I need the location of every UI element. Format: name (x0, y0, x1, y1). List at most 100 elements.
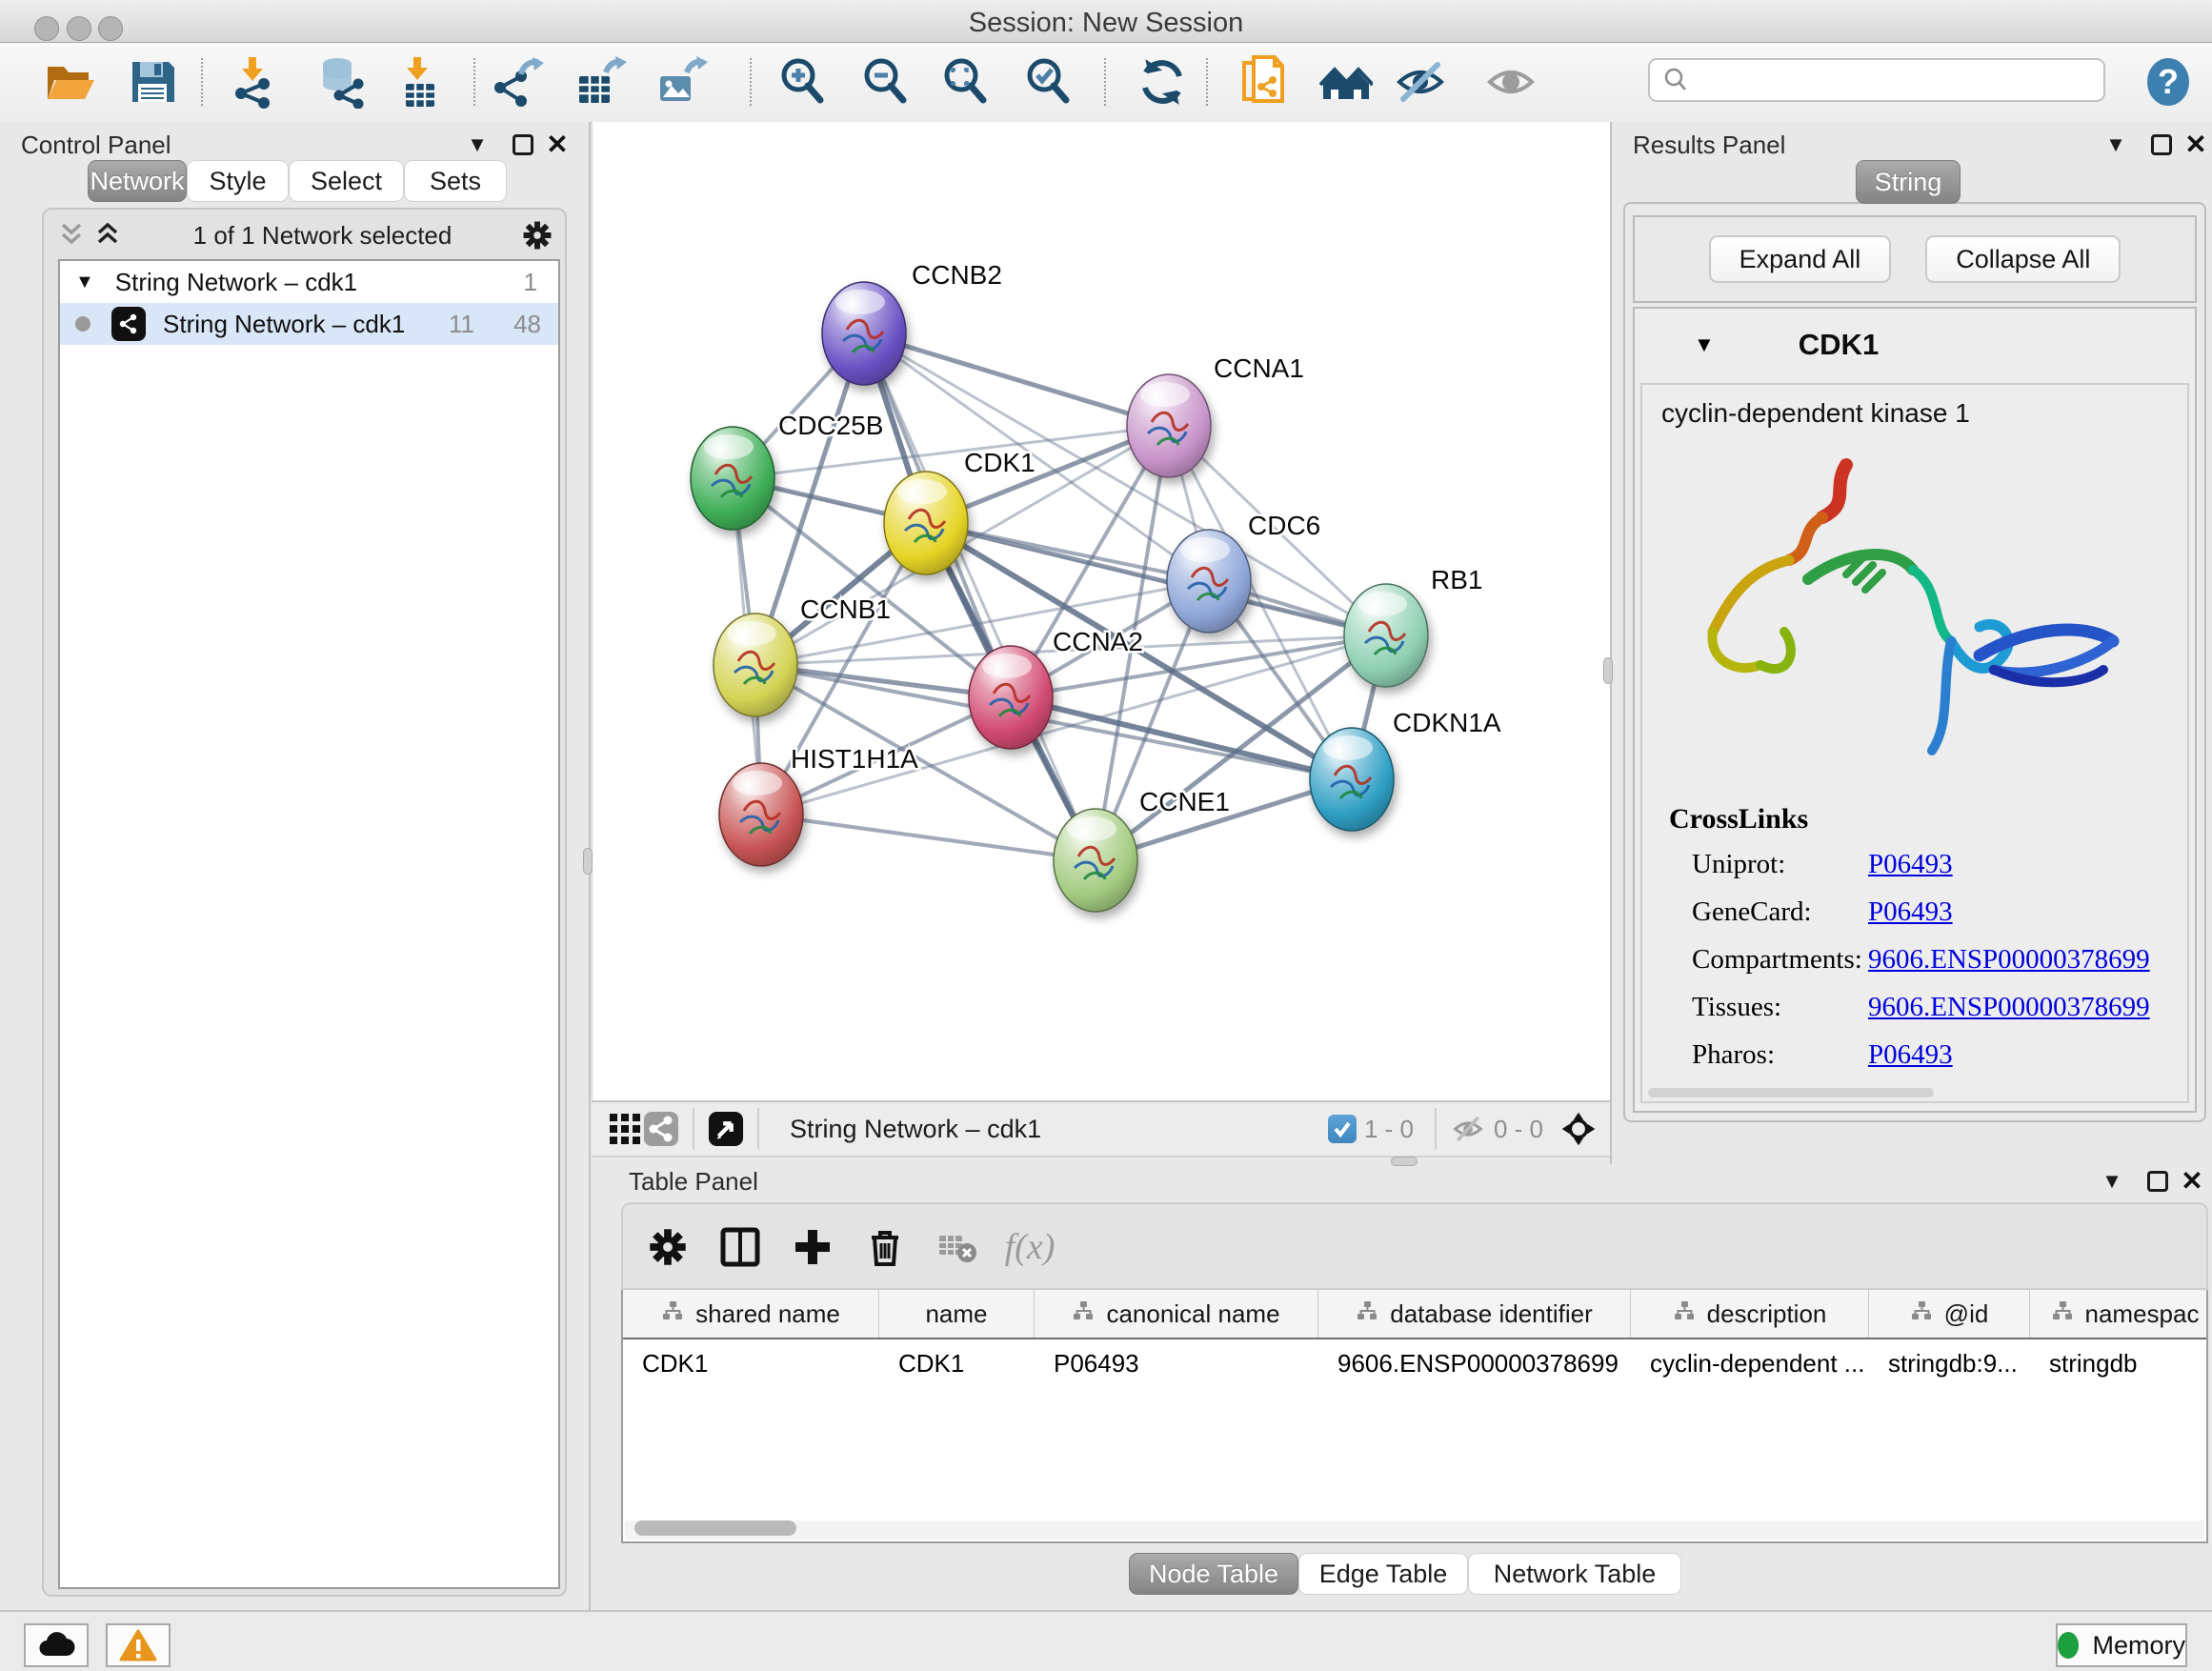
network-tree-row[interactable]: ▼String Network – cdk11 (60, 261, 558, 303)
close-panel-icon[interactable]: ✕ (2180, 131, 2212, 159)
splitter-handle[interactable] (1391, 1157, 1418, 1166)
splitter-handle[interactable] (1603, 657, 1613, 684)
crosslink-link[interactable]: P06493 (1868, 1039, 1953, 1071)
graphics-details-toggle-icon[interactable] (607, 1113, 643, 1145)
collapse-section-icon[interactable]: ▼ (1694, 332, 1715, 357)
column-header-description[interactable]: description (1631, 1290, 1869, 1338)
column-type-icon (2051, 1299, 2074, 1329)
network-view-canvas[interactable]: CCNB2CCNA1CDC25BCDK1CDC6RB1CCNB1CCNA2CDK… (592, 122, 1610, 1100)
panel-menu-icon[interactable]: ▼ (2100, 131, 2132, 159)
column-header-name[interactable]: name (879, 1290, 1035, 1338)
show-columns-icon[interactable] (713, 1219, 768, 1275)
table-hscroll-track[interactable] (625, 1520, 2204, 1540)
node-table[interactable]: shared namenamecanonical namedatabase id… (621, 1290, 2208, 1543)
cloud-status-button[interactable] (24, 1623, 89, 1667)
network-count: 1 (524, 268, 537, 297)
table-cell[interactable]: cyclin-dependent ... (1631, 1339, 1869, 1387)
table-cell[interactable]: CDK1 (623, 1339, 879, 1387)
tab-sets[interactable]: Sets (404, 160, 507, 202)
selected-count-checkbox-icon[interactable] (1328, 1115, 1357, 1143)
column-header-database-identifier[interactable]: database identifier (1318, 1290, 1631, 1338)
float-panel-icon[interactable] (2145, 131, 2178, 159)
network-options-gear-icon[interactable] (519, 219, 555, 252)
protein-section-header[interactable]: ▼ CDK1 (1635, 309, 2195, 381)
close-panel-icon[interactable]: ✕ (2176, 1167, 2208, 1196)
splitter-handle[interactable] (583, 848, 593, 875)
memory-button[interactable]: Memory (2056, 1623, 2187, 1667)
panel-menu-icon[interactable]: ▼ (461, 131, 493, 159)
import-network-file-button[interactable] (224, 53, 281, 111)
search-box[interactable] (1648, 58, 2105, 102)
table-cell[interactable]: stringdb:9... (1869, 1339, 2030, 1387)
close-panel-icon[interactable]: ✕ (541, 131, 573, 159)
tab-style[interactable]: Style (187, 160, 289, 202)
network-node-ccna1[interactable]: CCNA1 (1127, 353, 1304, 477)
results-tab-string[interactable]: String (1856, 160, 1961, 204)
save-session-button[interactable] (124, 53, 181, 111)
crosslink-link[interactable]: P06493 (1868, 849, 1953, 880)
panel-menu-icon[interactable]: ▼ (2096, 1167, 2128, 1196)
expand-all-icon[interactable] (90, 219, 126, 252)
create-column-plus-icon[interactable] (785, 1219, 840, 1275)
show-all-eye-icon[interactable] (1482, 53, 1539, 111)
crosslink-link[interactable]: 9606.ENSP00000378699 (1868, 944, 2150, 976)
detach-view-icon[interactable] (708, 1113, 744, 1145)
float-panel-icon[interactable] (507, 131, 539, 159)
help-button[interactable]: ? (2140, 53, 2197, 111)
table-cell[interactable]: P06493 (1035, 1339, 1318, 1387)
column-header--id[interactable]: @id (1869, 1290, 2030, 1338)
table-cell[interactable]: stringdb (2030, 1339, 2208, 1387)
search-input[interactable] (1698, 66, 2103, 95)
table-panel-header: Table Panel ▼ ✕ (591, 1164, 2212, 1198)
network-node-ccne1[interactable]: CCNE1 (1054, 787, 1230, 912)
export-table-button[interactable] (572, 53, 629, 111)
crosslink-link[interactable]: 9606.ENSP00000378699 (1868, 992, 2150, 1023)
node-label: CDK1 (964, 448, 1036, 477)
tab-select[interactable]: Select (289, 160, 404, 202)
column-header-shared-name[interactable]: shared name (623, 1290, 879, 1338)
collapse-node-icon[interactable]: ▼ (75, 272, 94, 293)
delete-table-icon[interactable] (930, 1219, 985, 1275)
apply-preferred-layout-button[interactable] (1134, 53, 1191, 111)
tab-edge-table[interactable]: Edge Table (1298, 1553, 1468, 1595)
float-panel-icon[interactable] (2142, 1167, 2174, 1196)
network-node-cdc25b[interactable]: CDC25B (691, 411, 883, 530)
table-cell[interactable]: CDK1 (879, 1339, 1035, 1387)
network-overview-toggle-icon[interactable] (643, 1113, 679, 1145)
crosslink-link[interactable]: P06493 (1868, 896, 1953, 928)
export-network-button[interactable] (491, 53, 548, 111)
network-node-cdkn1a[interactable]: CDKN1A (1310, 708, 1501, 831)
birds-eye-toggle-icon[interactable] (1560, 1113, 1597, 1145)
collapse-all-icon[interactable] (53, 219, 90, 252)
zoom-fit-button[interactable] (936, 53, 994, 111)
column-header-canonical-name[interactable]: canonical name (1035, 1290, 1318, 1338)
function-builder-icon[interactable]: f(x) (1002, 1219, 1057, 1275)
first-neighbors-button[interactable] (1317, 53, 1375, 111)
new-network-from-selection-button[interactable] (1236, 53, 1293, 111)
delete-column-trash-icon[interactable] (857, 1219, 913, 1275)
collapse-all-button[interactable]: Collapse All (1925, 235, 2121, 283)
table-row[interactable]: CDK1CDK1P064939606.ENSP00000378699cyclin… (623, 1339, 2206, 1387)
table-options-gear-icon[interactable] (640, 1219, 695, 1275)
tab-node-table[interactable]: Node Table (1129, 1553, 1298, 1595)
results-scrollbar[interactable] (1648, 1088, 1934, 1097)
tab-network[interactable]: Network (88, 160, 187, 202)
zoom-in-button[interactable] (774, 53, 831, 111)
warning-status-button[interactable] (106, 1623, 171, 1667)
table-hscroll-thumb[interactable] (634, 1520, 796, 1536)
table-cell[interactable]: 9606.ENSP00000378699 (1318, 1339, 1631, 1387)
hide-selected-eye-icon[interactable] (1392, 53, 1449, 111)
zoom-out-button[interactable] (856, 53, 914, 111)
zoom-selected-button[interactable] (1019, 53, 1076, 111)
export-image-button[interactable] (653, 53, 710, 111)
network-node-rb1[interactable]: RB1 (1344, 565, 1482, 687)
window-title: Session: New Session (0, 8, 2212, 39)
import-network-database-button[interactable] (312, 53, 370, 111)
column-header-namespac[interactable]: namespac (2030, 1290, 2208, 1338)
network-node-hist1h1a[interactable]: HIST1H1A (719, 744, 918, 866)
open-session-button[interactable] (41, 53, 98, 111)
network-tree-row[interactable]: String Network – cdk11148 (60, 303, 558, 345)
tab-network-table[interactable]: Network Table (1468, 1553, 1681, 1595)
import-table-file-button[interactable] (391, 53, 448, 111)
expand-all-button[interactable]: Expand All (1709, 235, 1892, 283)
